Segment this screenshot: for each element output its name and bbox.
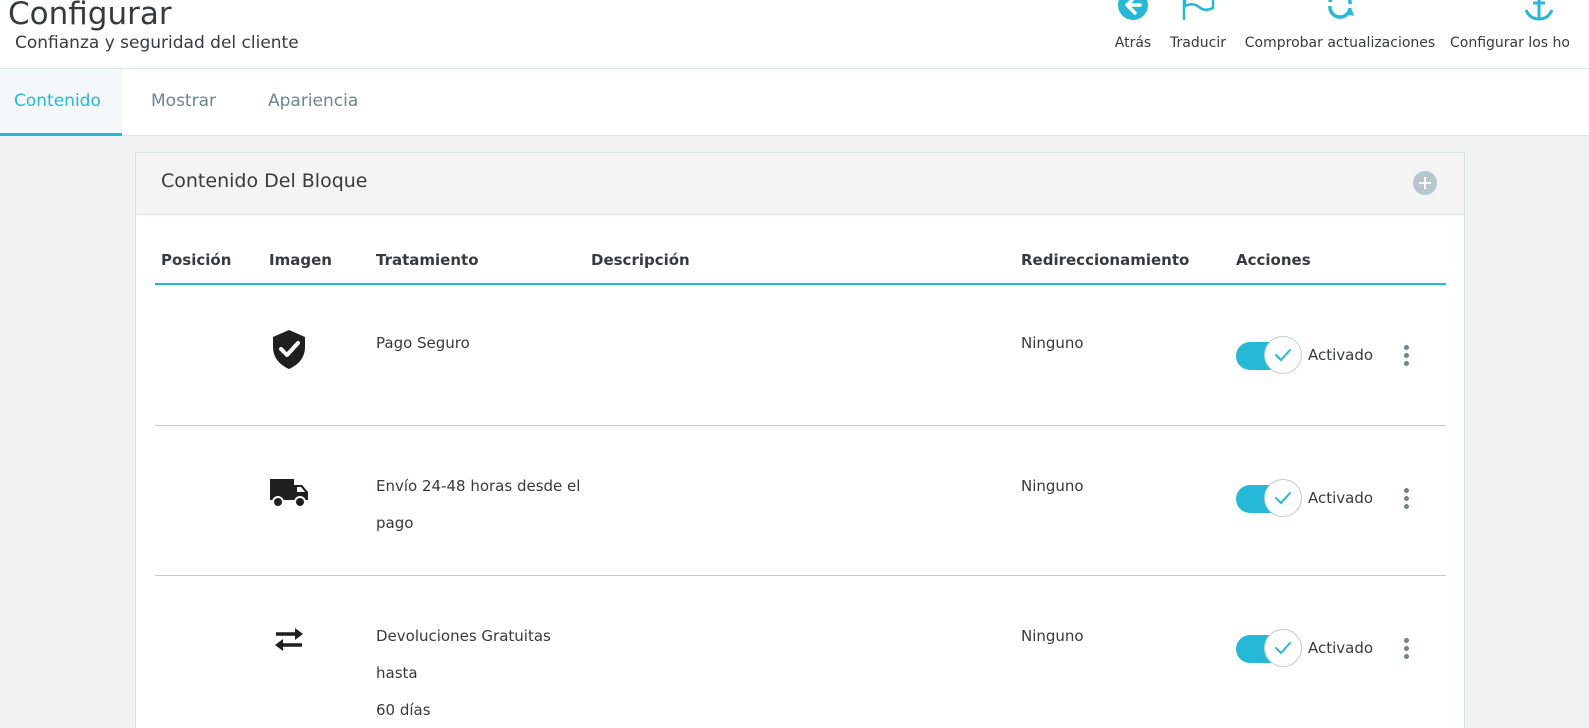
more-actions-icon[interactable] bbox=[1401, 486, 1413, 512]
treatment-cell: Pago Seguro bbox=[376, 325, 586, 362]
shield-check-icon bbox=[267, 327, 311, 371]
column-header-description: Descripción bbox=[591, 251, 690, 269]
more-actions-icon[interactable] bbox=[1401, 343, 1413, 369]
panel-title: Contenido Del Bloque bbox=[161, 170, 368, 192]
redirect-cell: Ninguno bbox=[1021, 334, 1084, 352]
check-icon bbox=[1275, 349, 1291, 361]
column-header-image: Imagen bbox=[269, 251, 332, 269]
check-updates-button-label: Comprobar actualizaciones bbox=[1244, 35, 1436, 51]
column-header-redirect: Redireccionamiento bbox=[1021, 251, 1190, 269]
status-text: Activado bbox=[1308, 639, 1374, 657]
treatment-text-line-2: 60 días bbox=[376, 701, 431, 719]
column-header-actions: Acciones bbox=[1236, 251, 1311, 269]
treatment-text-line-1: Envío 24-48 horas desde el bbox=[376, 477, 581, 495]
panel-header: Contenido Del Bloque bbox=[136, 153, 1464, 215]
redirect-cell: Ninguno bbox=[1021, 627, 1084, 645]
back-button[interactable]: Atrás bbox=[1110, 0, 1156, 68]
block-content-panel: Contenido Del Bloque Posición Imagen Tra… bbox=[135, 152, 1465, 728]
tab-content[interactable]: Contenido bbox=[0, 69, 122, 136]
toolbar: Atrás Traducir Comprobar actualizaciones bbox=[0, 0, 1589, 68]
check-icon bbox=[1275, 492, 1291, 504]
configure-hooks-button-label: Configurar los ho bbox=[1450, 35, 1570, 51]
table-row: Pago Seguro Ninguno Activado bbox=[155, 285, 1446, 426]
tab-display[interactable]: Mostrar bbox=[137, 69, 230, 136]
translate-button-label: Traducir bbox=[1170, 35, 1226, 51]
treatment-cell: Envío 24-48 horas desde el pago bbox=[376, 468, 586, 542]
back-button-label: Atrás bbox=[1114, 35, 1152, 51]
table-row: Envío 24-48 horas desde el pago Ninguno … bbox=[155, 426, 1446, 576]
content-table: Posición Imagen Tratamiento Descripción … bbox=[155, 241, 1446, 728]
flag-icon bbox=[1182, 0, 1215, 20]
status-toggle[interactable] bbox=[1236, 479, 1302, 519]
table-header: Posición Imagen Tratamiento Descripción … bbox=[155, 241, 1446, 285]
redirect-cell: Ninguno bbox=[1021, 477, 1084, 495]
toggle-knob bbox=[1264, 336, 1302, 374]
toggle-knob bbox=[1264, 479, 1302, 517]
more-actions-icon[interactable] bbox=[1401, 636, 1413, 662]
tab-appearance[interactable]: Apariencia bbox=[254, 69, 372, 136]
refresh-icon bbox=[1328, 0, 1354, 19]
configure-hooks-button[interactable]: Configurar los ho bbox=[1450, 0, 1589, 68]
status-toggle[interactable] bbox=[1236, 336, 1302, 376]
anchor-icon bbox=[1524, 0, 1554, 21]
column-header-treatment: Tratamiento bbox=[376, 251, 479, 269]
page-header: Configurar Confianza y seguridad del cli… bbox=[0, 0, 1589, 69]
back-arrow-icon bbox=[1118, 0, 1148, 20]
status-toggle[interactable] bbox=[1236, 629, 1302, 669]
truck-icon bbox=[267, 469, 311, 513]
tab-bar: Contenido Mostrar Apariencia bbox=[0, 69, 1589, 136]
treatment-text: Pago Seguro bbox=[376, 334, 470, 352]
toggle-knob bbox=[1264, 629, 1302, 667]
exchange-arrows-icon bbox=[267, 618, 311, 662]
treatment-text-line-1: Devoluciones Gratuitas hasta bbox=[376, 627, 551, 682]
status-text: Activado bbox=[1308, 346, 1374, 364]
table-row: Devoluciones Gratuitas hasta 60 días Nin… bbox=[155, 576, 1446, 728]
translate-button[interactable]: Traducir bbox=[1166, 0, 1230, 68]
plus-circle-icon[interactable] bbox=[1413, 171, 1437, 195]
column-header-position: Posición bbox=[161, 251, 232, 269]
treatment-cell: Devoluciones Gratuitas hasta 60 días bbox=[376, 618, 586, 728]
check-icon bbox=[1275, 642, 1291, 654]
treatment-text-line-2: pago bbox=[376, 514, 414, 532]
status-text: Activado bbox=[1308, 489, 1374, 507]
check-updates-button[interactable]: Comprobar actualizaciones bbox=[1242, 0, 1438, 68]
